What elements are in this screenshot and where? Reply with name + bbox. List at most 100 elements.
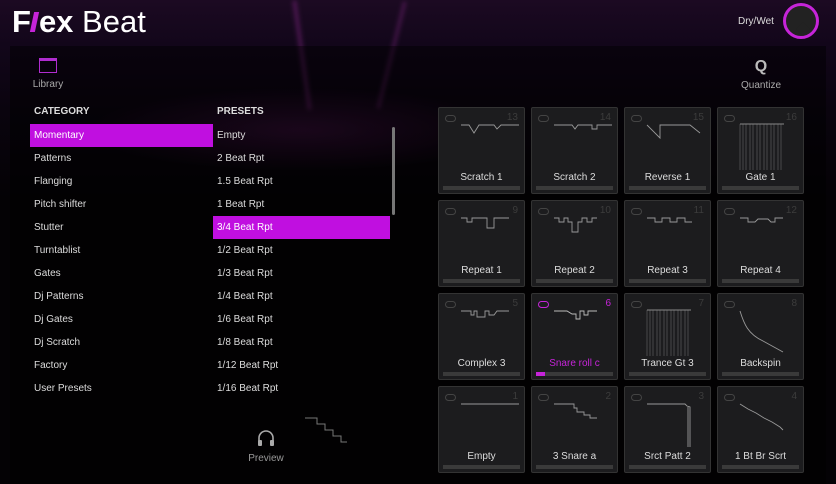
pad-7[interactable]: 7 Trance Gt 3 — [624, 293, 711, 380]
pad-name: Snare roll c — [549, 358, 600, 369]
pad-waveform — [646, 309, 691, 356]
pad-15[interactable]: 15 Reverse 1 — [624, 107, 711, 194]
category-item[interactable]: Dj Gates — [30, 308, 213, 331]
pad-waveform — [554, 217, 597, 233]
presets-item[interactable]: 3/4 Beat Rpt — [213, 216, 390, 239]
pad-name: Repeat 4 — [740, 265, 781, 276]
category-item[interactable]: Dj Scratch — [30, 331, 213, 354]
headphones-icon — [258, 430, 274, 446]
drywet-label: Dry/Wet — [738, 16, 774, 27]
pad-waveform — [461, 217, 509, 229]
pad-name: Repeat 2 — [554, 265, 595, 276]
pad-waveform — [554, 310, 597, 320]
pad-progress — [443, 372, 520, 376]
pad-waveform — [461, 124, 519, 134]
pad-name: Gate 1 — [745, 172, 776, 183]
pad-progress — [536, 186, 613, 190]
pad-name: Repeat 1 — [461, 265, 502, 276]
pad-name: Scratch 2 — [553, 172, 596, 183]
category-item[interactable]: Gates — [30, 262, 213, 285]
category-item[interactable]: Patterns — [30, 147, 213, 170]
pad-14[interactable]: 14 Scratch 2 — [531, 107, 618, 194]
pad-progress — [722, 279, 799, 283]
pad-progress — [443, 186, 520, 190]
pad-name: Repeat 3 — [647, 265, 688, 276]
pad-10[interactable]: 10 Repeat 2 — [531, 200, 618, 287]
pad-12[interactable]: 12 Repeat 4 — [717, 200, 804, 287]
pad-progress — [629, 186, 706, 190]
quantize-button[interactable]: Q Quantize — [740, 58, 782, 91]
presets-header: PRESETS — [217, 106, 264, 117]
category-item[interactable]: User Presets — [30, 377, 213, 400]
presets-item[interactable]: 2 Beat Rpt — [213, 147, 390, 170]
pad-progress — [536, 279, 613, 283]
pad-waveform — [461, 403, 519, 405]
quantize-icon: Q — [754, 58, 768, 75]
presets-item[interactable]: 1/16 Beat Rpt — [213, 377, 390, 400]
presets-item[interactable]: Empty — [213, 124, 390, 147]
presets-item[interactable]: 1/6 Beat Rpt — [213, 308, 390, 331]
preview-label: Preview — [248, 453, 284, 464]
pad-waveform — [739, 310, 784, 353]
pad-name: 1 Bt Br Scrt — [734, 451, 787, 462]
pad-16[interactable]: 16 Gate 1 — [717, 107, 804, 194]
category-item[interactable]: Momentary — [30, 124, 213, 147]
category-item[interactable]: Dj Patterns — [30, 285, 213, 308]
pad-9[interactable]: 9 Repeat 1 — [438, 200, 525, 287]
logo: Fex Beat — [12, 4, 146, 39]
pad-1[interactable]: 1 Empty — [438, 386, 525, 473]
pad-progress — [722, 372, 799, 376]
pad-name: Reverse 1 — [644, 172, 691, 183]
presets-item[interactable]: 1/8 Beat Rpt — [213, 331, 390, 354]
presets-scrollbar[interactable] — [392, 127, 395, 215]
pad-name: 3 Snare a — [552, 451, 597, 462]
folder-icon — [39, 58, 57, 73]
pad-5[interactable]: 5 Complex 3 — [438, 293, 525, 380]
library-button[interactable]: Library — [30, 58, 66, 90]
presets-item[interactable]: 1/12 Beat Rpt — [213, 354, 390, 377]
pad-name: Trance Gt 3 — [641, 358, 694, 369]
drywet-knob[interactable] — [783, 3, 819, 39]
pad-waveform — [740, 217, 783, 223]
preview-button[interactable]: Preview — [244, 430, 288, 464]
category-list: Momentary Patterns Flanging Pitch shifter St… — [30, 124, 213, 400]
pad-progress — [536, 465, 613, 469]
category-item[interactable]: Turntablist — [30, 239, 213, 262]
pad-progress — [629, 279, 706, 283]
pad-waveform — [739, 123, 784, 170]
category-item[interactable]: Factory — [30, 354, 213, 377]
pad-13[interactable]: 13 Scratch 1 — [438, 107, 525, 194]
pad-waveform — [647, 217, 692, 223]
pad-progress — [443, 279, 520, 283]
pad-progress — [443, 465, 520, 469]
pad-progress — [722, 186, 799, 190]
pad-waveform — [739, 403, 784, 431]
quantize-label: Quantize — [740, 80, 782, 91]
pad-4[interactable]: 4 1 Bt Br Scrt — [717, 386, 804, 473]
presets-item[interactable]: 1.5 Beat Rpt — [213, 170, 390, 193]
category-header: CATEGORY — [34, 106, 90, 117]
category-item[interactable]: Pitch shifter — [30, 193, 213, 216]
pad-progress — [722, 465, 799, 469]
pad-waveform — [647, 403, 691, 447]
preview-waveform — [305, 417, 347, 443]
pad-3[interactable]: 3 Srct Patt 2 — [624, 386, 711, 473]
pad-progress — [536, 372, 613, 376]
pad-name: Srct Patt 2 — [644, 451, 691, 462]
presets-item[interactable]: 1/2 Beat Rpt — [213, 239, 390, 262]
presets-item[interactable]: 1/4 Beat Rpt — [213, 285, 390, 308]
category-item[interactable]: Flanging — [30, 170, 213, 193]
pad-name: Scratch 1 — [460, 172, 503, 183]
pad-11[interactable]: 11 Repeat 3 — [624, 200, 711, 287]
title-bar: Fex Beat Dry/Wet — [0, 0, 836, 46]
pad-name: Backspin — [740, 358, 781, 369]
presets-item[interactable]: 1/3 Beat Rpt — [213, 262, 390, 285]
category-item[interactable]: Stutter — [30, 216, 213, 239]
pad-progress — [629, 465, 706, 469]
pad-waveform — [554, 403, 597, 419]
pad-2[interactable]: 2 3 Snare a — [531, 386, 618, 473]
presets-item[interactable]: 1 Beat Rpt — [213, 193, 390, 216]
pad-6[interactable]: 6 Snare roll c — [531, 293, 618, 380]
pad-8[interactable]: 8 Backspin — [717, 293, 804, 380]
pad-name: Empty — [467, 451, 496, 462]
